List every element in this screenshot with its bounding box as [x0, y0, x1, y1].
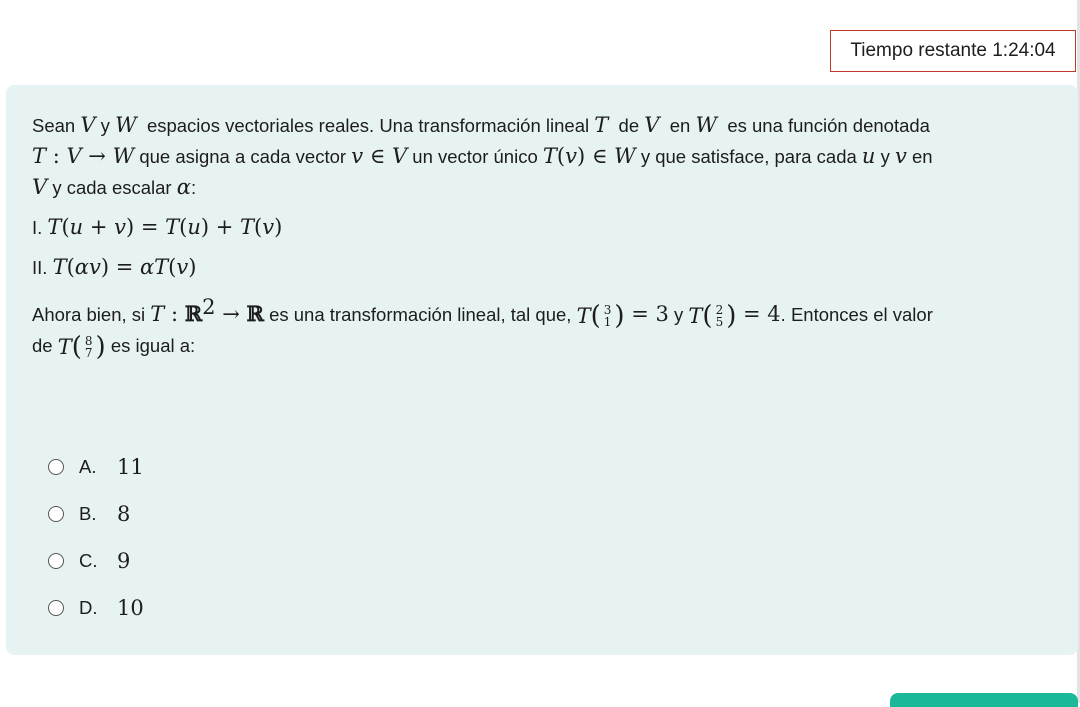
next-button[interactable] — [890, 693, 1078, 707]
timer-label: Tiempo restante — [850, 40, 987, 61]
property-2: II. T(αv) = αT(v) — [32, 255, 197, 279]
option-value: 8 — [117, 501, 131, 526]
radio-button[interactable] — [48, 505, 64, 522]
question-paragraph-2: T : V → W que asigna a cada vector v ∈ V… — [32, 144, 933, 168]
option-b[interactable]: B. 8 — [48, 490, 144, 537]
property-1: I. T(u + v) = T(u) + T(v) — [32, 215, 283, 239]
question-paragraph-4: Ahora bien, si T : ℝ2 → ℝ es una transfo… — [32, 295, 933, 332]
question-paragraph-5: de T(8 7) es igual a: — [32, 332, 196, 363]
vector-8-7: T(8 7) — [57, 332, 106, 363]
option-value: 10 — [117, 595, 144, 620]
question-text: Sean V y W espacios vectoriales reales. … — [32, 110, 1052, 362]
question-paragraph-3: V y cada escalar α: — [32, 175, 197, 199]
option-a[interactable]: A. 11 — [48, 443, 144, 490]
option-letter: C. — [79, 549, 98, 571]
option-letter: B. — [79, 502, 97, 524]
option-value: 11 — [117, 454, 144, 479]
timer-value: 1:24:04 — [992, 40, 1056, 61]
question-paragraph-1: Sean V y W espacios vectoriales reales. … — [32, 113, 930, 137]
question-card: Sean V y W espacios vectoriales reales. … — [6, 85, 1078, 655]
radio-button[interactable] — [48, 599, 64, 616]
answer-options: A. 11 B. 8 C. 9 D. 10 — [48, 443, 144, 631]
option-letter: A. — [79, 455, 97, 477]
option-letter: D. — [79, 596, 98, 618]
vector-2-5: T(2 5) — [688, 301, 737, 332]
vector-3-1: T(3 1) — [576, 301, 625, 332]
radio-button[interactable] — [48, 552, 64, 569]
radio-button[interactable] — [48, 458, 64, 475]
option-c[interactable]: C. 9 — [48, 537, 144, 584]
timer-box: Tiempo restante 1:24:04 — [830, 30, 1076, 72]
option-d[interactable]: D. 10 — [48, 584, 144, 631]
option-value: 9 — [117, 548, 131, 573]
